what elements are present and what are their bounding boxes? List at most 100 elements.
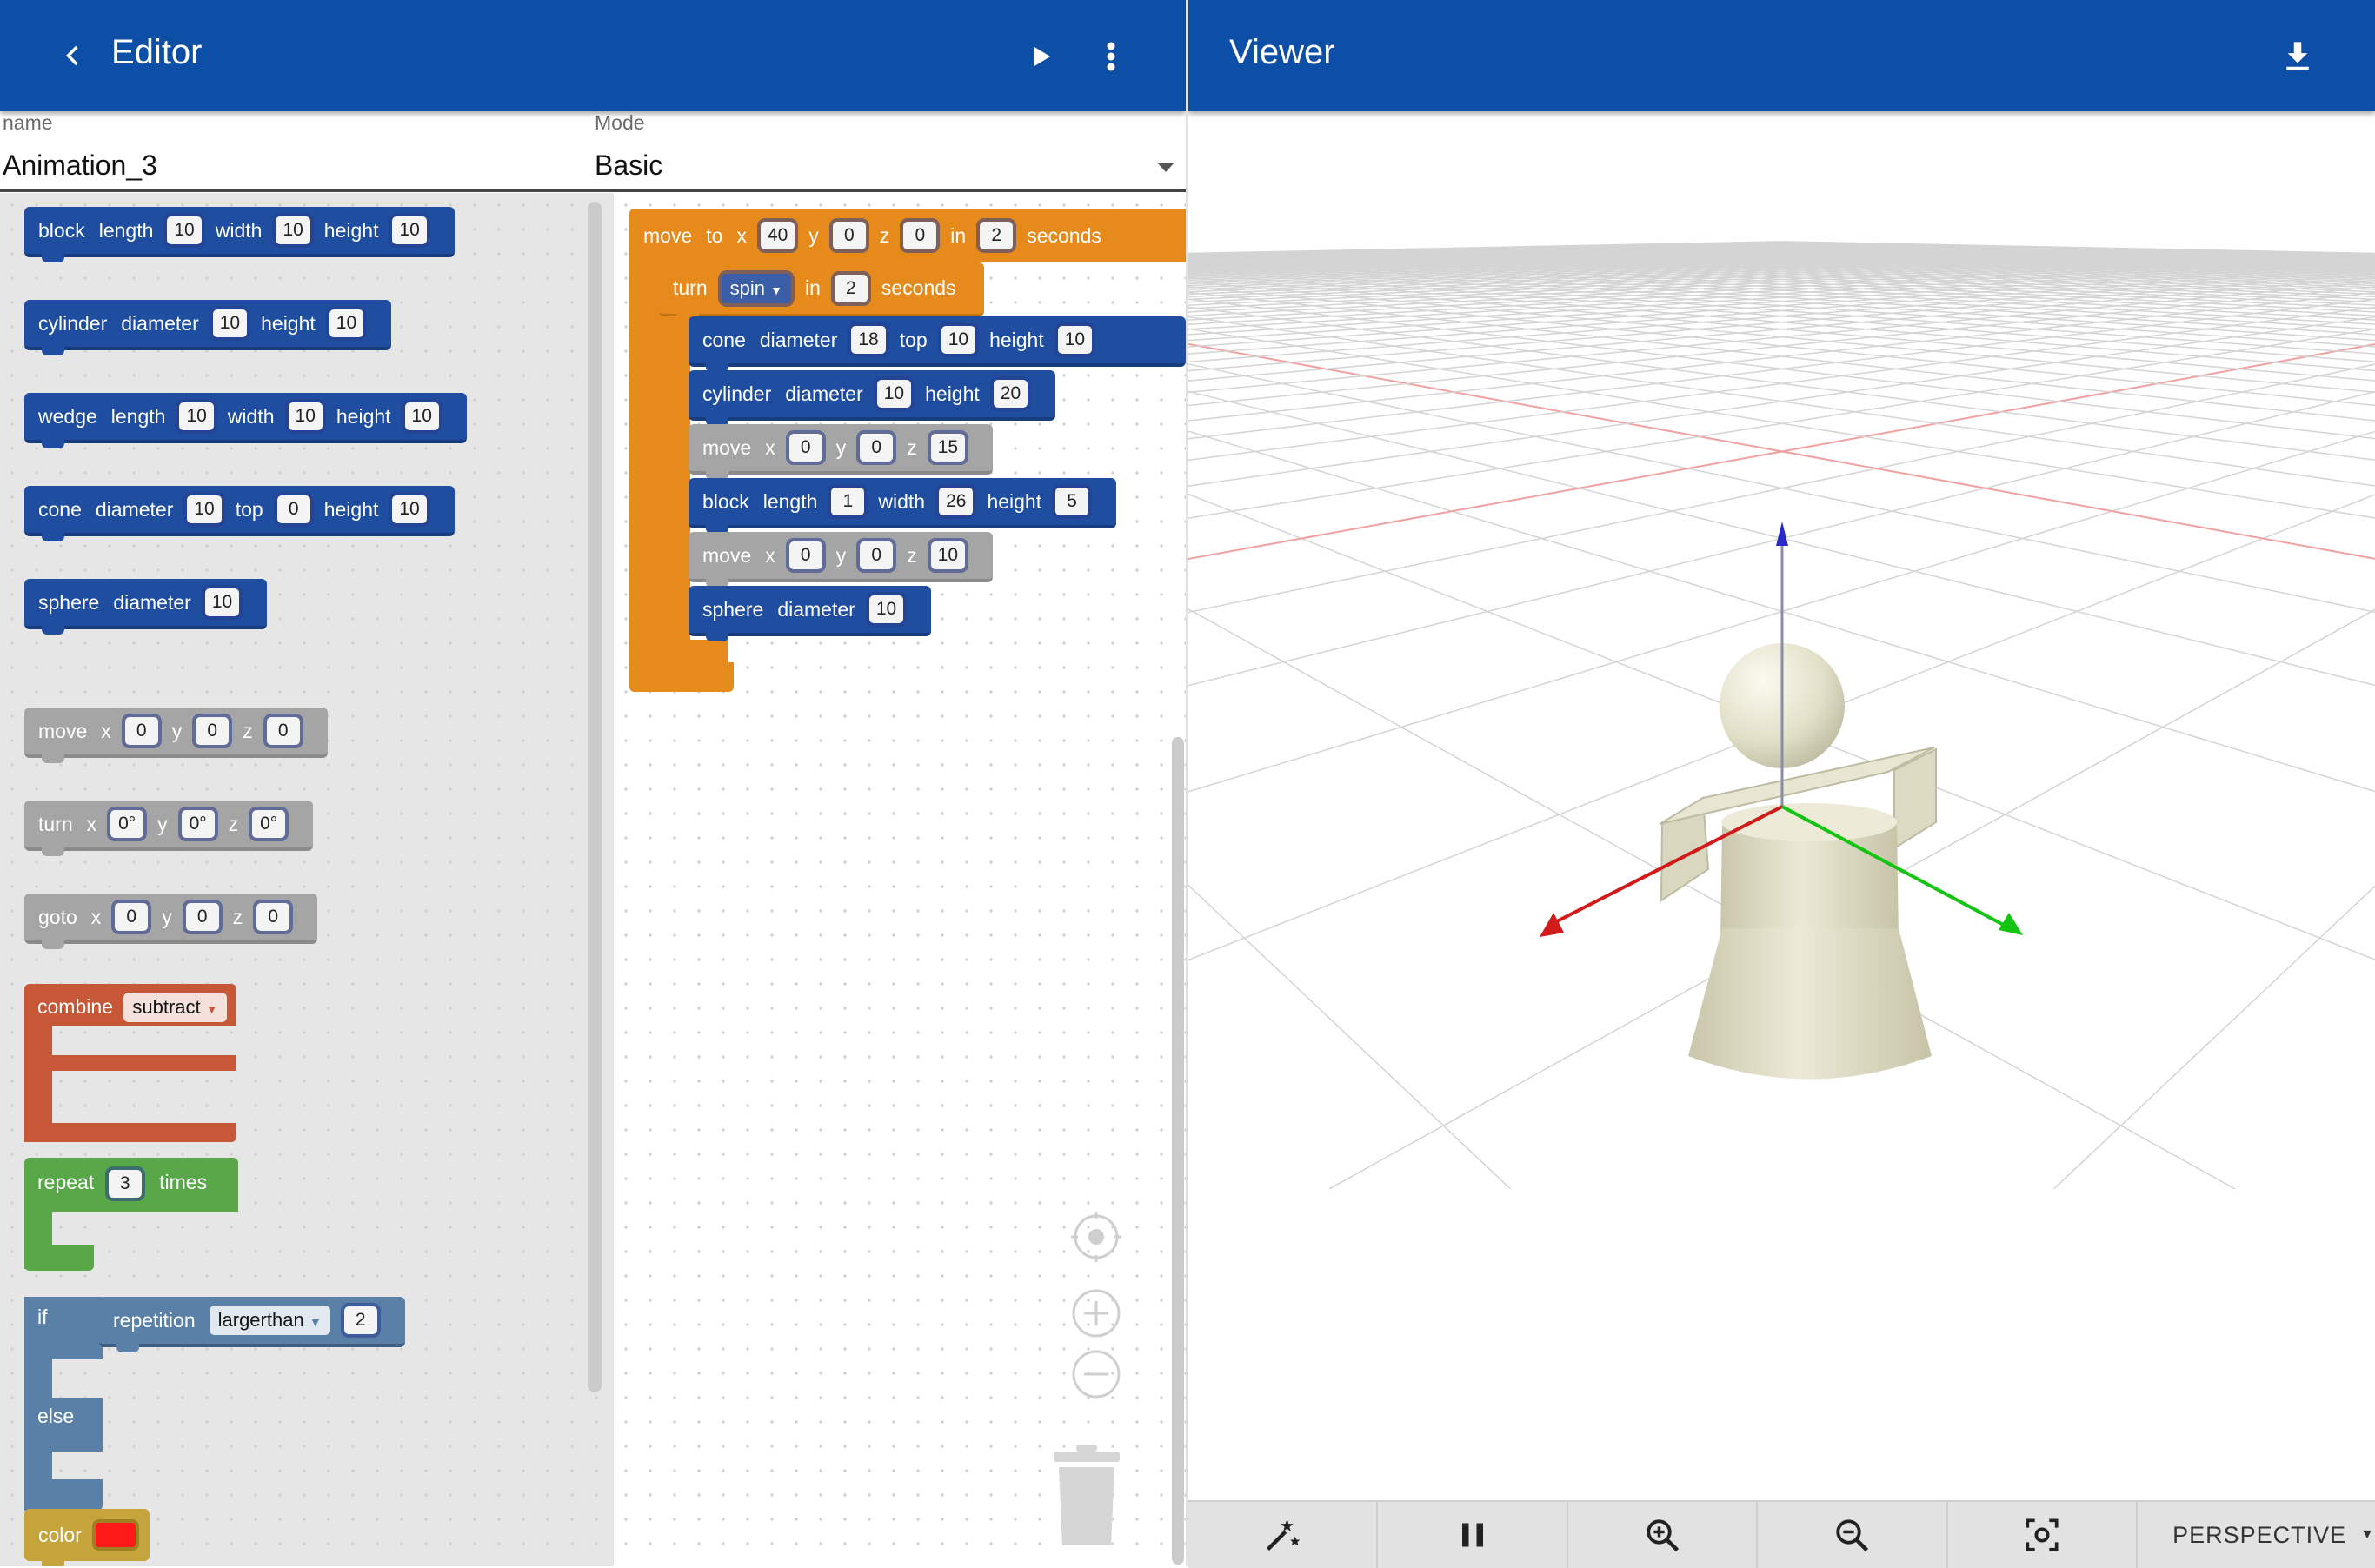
- number-input[interactable]: 3: [108, 1170, 142, 1198]
- combine-op-dropdown[interactable]: subtract ▼: [123, 993, 227, 1022]
- number-input[interactable]: 10: [392, 216, 427, 244]
- program-move-block[interactable]: move x 0 y 0 z 10: [689, 532, 994, 588]
- program-cone-block[interactable]: cone diameter 18 top 10 height 10: [689, 316, 1186, 372]
- number-input[interactable]: 10: [404, 402, 439, 430]
- number-input[interactable]: 0: [185, 903, 219, 931]
- number-input[interactable]: 10: [187, 495, 222, 523]
- param-label: width: [215, 218, 263, 242]
- 3d-viewer-canvas[interactable]: [1188, 111, 2375, 1500]
- number-input[interactable]: 5: [1055, 488, 1089, 515]
- toolbox-cone-block[interactable]: cone diameter 10 top 0 height 10: [24, 486, 455, 541]
- number-input[interactable]: 0: [196, 717, 230, 745]
- toolbox-block-block[interactable]: block length 10 width 10 height 10: [24, 207, 455, 262]
- number-input[interactable]: 10: [329, 309, 364, 337]
- block-label: wedge: [38, 404, 97, 428]
- chevron-down-icon: ▼: [770, 282, 782, 297]
- turn-mode-dropdown[interactable]: spin ▼: [721, 273, 791, 303]
- toolbox-if-else-block[interactable]: if else repetition largerthan ▼ 2: [24, 1297, 416, 1511]
- number-input[interactable]: 10: [392, 495, 427, 523]
- angle-input[interactable]: 0°: [110, 810, 144, 838]
- block-label: turn: [673, 276, 708, 299]
- toolbox-combine-block[interactable]: combine subtract ▼: [24, 984, 236, 1144]
- workspace-scrollbar[interactable]: [1172, 737, 1184, 1565]
- z-axis-arrow: [1776, 522, 1788, 546]
- number-input[interactable]: 1: [831, 488, 865, 515]
- number-input[interactable]: 10: [276, 216, 310, 244]
- number-input[interactable]: 10: [179, 402, 214, 430]
- number-input[interactable]: 0: [115, 903, 149, 931]
- zoom-out-icon[interactable]: [1758, 1502, 1948, 1568]
- toolbox-wedge-block[interactable]: wedge length 10 width 10 height 10: [24, 393, 467, 448]
- number-input[interactable]: 10: [868, 595, 904, 623]
- block-label: cylinder: [38, 311, 108, 335]
- block-workspace: move to x 40 y 0 z 0 in 2 seconds turn s…: [614, 193, 1186, 1566]
- toolbox-sphere-block[interactable]: sphere diameter 10: [24, 579, 268, 635]
- comparison-dropdown[interactable]: largerthan ▼: [209, 1306, 330, 1335]
- toolbox-move-block[interactable]: move x 0 y 0 z 0: [24, 708, 328, 763]
- param-label: width: [878, 489, 926, 513]
- number-input[interactable]: 0: [788, 541, 822, 569]
- color-swatch[interactable]: [95, 1523, 136, 1547]
- number-input[interactable]: 0: [276, 495, 310, 523]
- moveto-block[interactable]: move to x 40 y 0 z 0 in 2 seconds: [629, 209, 1186, 271]
- number-input[interactable]: 0: [903, 222, 937, 249]
- number-input[interactable]: 0: [124, 717, 158, 745]
- play-icon[interactable]: [1019, 35, 1062, 78]
- number-input[interactable]: 2: [834, 274, 868, 302]
- magic-wand-icon[interactable]: [1188, 1502, 1379, 1568]
- zoom-out-icon[interactable]: [1071, 1349, 1121, 1404]
- mode-select-value: Basic: [595, 149, 663, 181]
- number-input[interactable]: 15: [930, 434, 966, 462]
- fit-view-icon[interactable]: [1948, 1502, 2139, 1568]
- condition-block[interactable]: repetition largerthan ▼ 2: [99, 1297, 405, 1352]
- number-input[interactable]: 2: [980, 222, 1014, 249]
- name-field[interactable]: Animation_3: [3, 149, 576, 182]
- program-move-block[interactable]: move x 0 y 0 z 15: [689, 424, 994, 480]
- number-input[interactable]: 40: [760, 222, 795, 249]
- more-vert-icon[interactable]: [1089, 35, 1133, 78]
- toolbox-goto-block[interactable]: goto x 0 y 0 z 0: [24, 894, 318, 949]
- zoom-in-icon[interactable]: [1071, 1288, 1121, 1343]
- download-icon[interactable]: [2275, 33, 2320, 78]
- number-input[interactable]: 0: [266, 717, 300, 745]
- number-input[interactable]: 10: [1057, 326, 1093, 354]
- toolbox-cylinder-block[interactable]: cylinder diameter 10 height 10: [24, 300, 392, 355]
- param-label: y: [157, 812, 168, 835]
- toolbox-scrollbar[interactable]: [588, 202, 602, 1392]
- back-arrow-icon[interactable]: [52, 35, 94, 76]
- pause-icon[interactable]: [1378, 1502, 1568, 1568]
- number-input[interactable]: 26: [939, 488, 974, 515]
- mode-select[interactable]: Basic: [595, 149, 1186, 182]
- recenter-icon[interactable]: [1071, 1212, 1121, 1266]
- number-input[interactable]: 10: [204, 588, 240, 616]
- number-input[interactable]: 10: [167, 216, 202, 244]
- toolbox-color-block[interactable]: color: [24, 1509, 150, 1566]
- turn-block[interactable]: turn spin ▼ in 2 seconds: [659, 262, 984, 322]
- toolbox-turn-block[interactable]: turn x 0° y 0° z 0°: [24, 801, 314, 856]
- number-input[interactable]: 10: [876, 380, 912, 408]
- program-block-block[interactable]: block length 1 width 26 height 5: [689, 478, 1117, 534]
- number-input[interactable]: 0: [788, 434, 822, 462]
- number-input[interactable]: 0: [860, 434, 894, 462]
- number-input[interactable]: 10: [941, 326, 976, 354]
- chevron-down-icon: ▼: [309, 1315, 322, 1329]
- zoom-in-icon[interactable]: [1568, 1502, 1759, 1568]
- program-cylinder-block[interactable]: cylinder diameter 10 height 20: [689, 370, 1056, 426]
- number-input[interactable]: 2: [343, 1306, 377, 1334]
- number-input[interactable]: 0: [860, 541, 894, 569]
- param-label: x: [90, 905, 102, 928]
- program-sphere-block[interactable]: sphere diameter 10: [689, 586, 932, 641]
- projection-dropdown[interactable]: PERSPECTIVE ▼: [2138, 1502, 2375, 1568]
- number-input[interactable]: 0: [256, 903, 290, 931]
- number-input[interactable]: 10: [930, 541, 966, 569]
- angle-input[interactable]: 0°: [181, 810, 215, 838]
- number-input[interactable]: 0: [832, 222, 866, 249]
- number-input[interactable]: 18: [851, 326, 886, 354]
- trash-icon[interactable]: [1050, 1445, 1123, 1551]
- angle-input[interactable]: 0°: [252, 810, 286, 838]
- number-input[interactable]: 10: [288, 402, 323, 430]
- toolbox-repeat-block[interactable]: repeat 3 times: [24, 1158, 240, 1279]
- number-input[interactable]: 10: [212, 309, 248, 337]
- param-label: y: [835, 435, 847, 459]
- number-input[interactable]: 20: [993, 380, 1028, 408]
